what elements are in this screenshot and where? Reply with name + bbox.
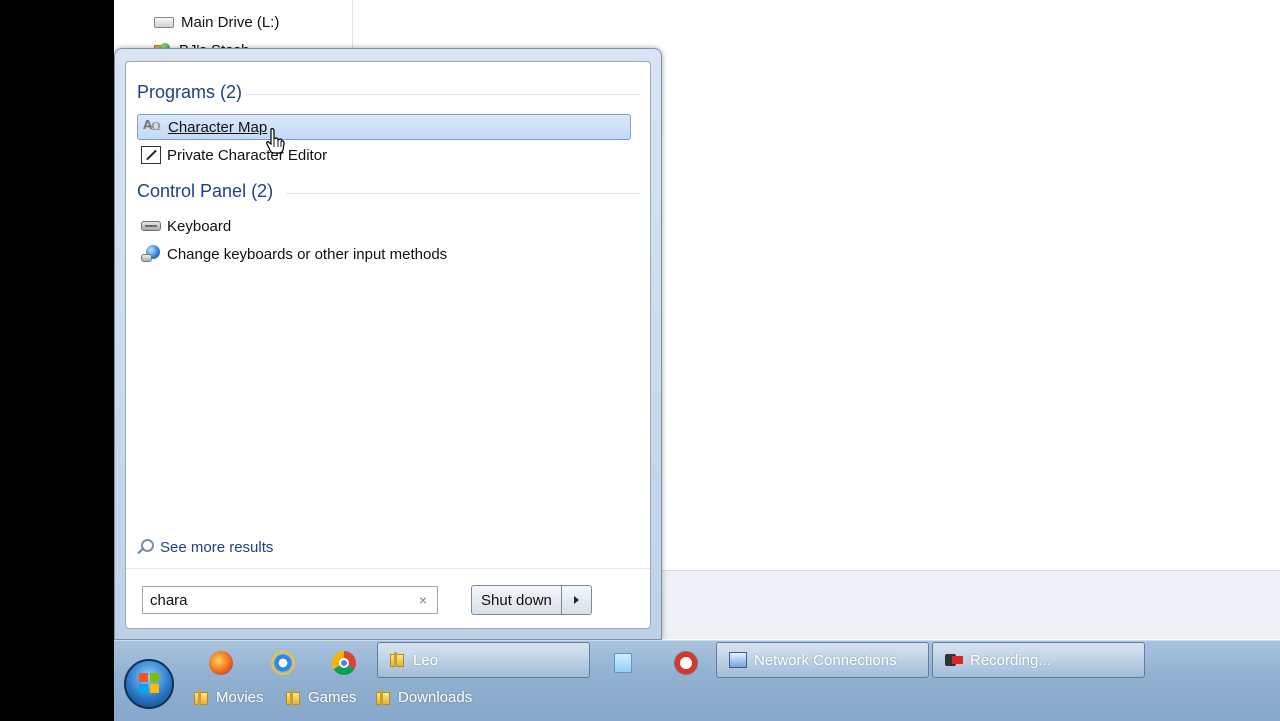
shutdown-group: Shut down bbox=[471, 585, 592, 615]
clear-search-icon[interactable]: × bbox=[415, 591, 431, 609]
taskbar-button-network-connections[interactable]: Network Connections bbox=[716, 642, 929, 678]
folder-icon bbox=[194, 689, 210, 706]
result-label: Change keyboards or other input methods bbox=[167, 245, 448, 263]
pane-divider bbox=[126, 568, 650, 569]
folder-icon bbox=[286, 689, 302, 706]
result-private-character-editor[interactable]: Private Character Editor bbox=[137, 142, 631, 168]
nav-item-label: Main Drive (L:) bbox=[181, 13, 280, 31]
character-map-icon bbox=[142, 118, 162, 136]
nav-item-main-drive[interactable]: Main Drive (L:) bbox=[154, 11, 279, 33]
result-keyboard[interactable]: Keyboard bbox=[137, 213, 631, 239]
taskbar-button-label: Recording... bbox=[970, 651, 1051, 669]
taskbar-button-recording[interactable]: Recording... bbox=[932, 642, 1145, 678]
recording-icon bbox=[945, 652, 963, 668]
group-divider bbox=[286, 193, 640, 194]
keyboard-icon bbox=[141, 217, 161, 235]
character-editor-icon bbox=[141, 146, 161, 164]
bookmark-label: Downloads bbox=[398, 689, 473, 706]
hand-cursor-icon bbox=[266, 128, 285, 154]
network-connections-icon bbox=[729, 652, 747, 668]
start-menu: Programs (2) Character Map Private Chara… bbox=[114, 48, 662, 640]
chrome-icon[interactable] bbox=[332, 651, 356, 675]
shutdown-options-arrow-icon[interactable] bbox=[561, 585, 592, 615]
result-label: Character Map bbox=[168, 118, 268, 136]
search-input[interactable] bbox=[143, 587, 405, 613]
drive-icon bbox=[154, 16, 174, 28]
group-heading-programs: Programs (2) bbox=[137, 82, 243, 102]
taskbar: Leo Network Connections Recording... Mov… bbox=[114, 640, 1280, 721]
recorder-icon[interactable] bbox=[674, 651, 698, 675]
group-divider bbox=[246, 94, 640, 95]
start-button[interactable] bbox=[124, 659, 174, 709]
firefox-icon[interactable] bbox=[209, 651, 233, 675]
search-results-pane: Programs (2) Character Map Private Chara… bbox=[125, 61, 651, 629]
result-label: Private Character Editor bbox=[167, 146, 328, 164]
see-more-results-link[interactable]: See more results bbox=[136, 538, 273, 556]
bookmark-games[interactable]: Games bbox=[286, 689, 356, 706]
taskbar-button-label: Network Connections bbox=[754, 651, 897, 669]
notepad-icon[interactable] bbox=[614, 653, 632, 673]
bookmark-label: Games bbox=[308, 689, 357, 706]
internet-explorer-icon[interactable] bbox=[271, 651, 295, 675]
bookmark-downloads[interactable]: Downloads bbox=[376, 689, 472, 706]
folder-icon bbox=[376, 689, 392, 706]
shutdown-button[interactable]: Shut down bbox=[471, 585, 562, 615]
bookmark-label: Movies bbox=[216, 689, 264, 706]
result-label: Keyboard bbox=[167, 217, 232, 235]
group-heading-control-panel: Control Panel (2) bbox=[137, 181, 274, 201]
see-more-label: See more results bbox=[160, 538, 274, 556]
result-character-map[interactable]: Character Map bbox=[137, 114, 631, 140]
search-box: × bbox=[142, 586, 438, 614]
taskbar-button-label: Leo bbox=[413, 651, 439, 669]
folder-icon bbox=[390, 652, 406, 668]
magnifier-icon bbox=[136, 538, 154, 556]
windows-logo-icon bbox=[139, 673, 159, 693]
input-methods-icon bbox=[141, 245, 161, 263]
taskbar-button-leo[interactable]: Leo bbox=[377, 642, 590, 678]
bookmark-movies[interactable]: Movies bbox=[194, 689, 264, 706]
result-change-keyboards[interactable]: Change keyboards or other input methods bbox=[137, 241, 631, 267]
